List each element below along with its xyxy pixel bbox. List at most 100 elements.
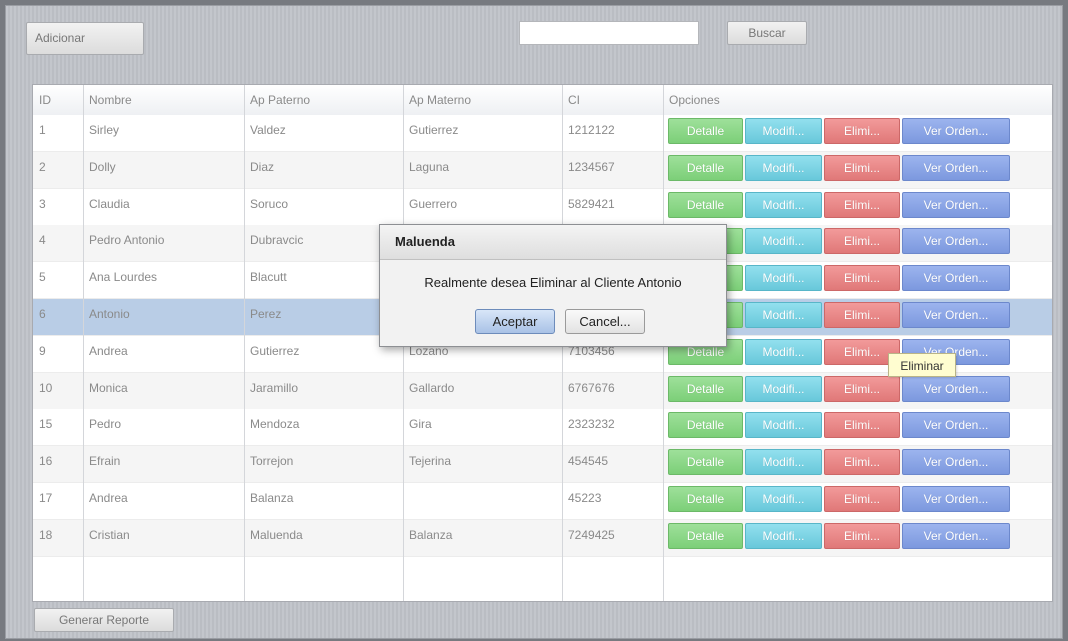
header-id[interactable]: ID [33, 85, 83, 115]
cell-nombre: Sirley [89, 123, 120, 137]
detail-button[interactable]: Detalle [668, 191, 743, 218]
cell-ap-materno: Gutierrez [409, 123, 459, 137]
detail-button[interactable]: Detalle [668, 449, 743, 476]
delete-button[interactable]: Elimi... [824, 522, 900, 549]
cell-nombre: Monica [89, 380, 128, 395]
detail-button[interactable]: Detalle [668, 118, 743, 144]
view-orders-button[interactable]: Ver Orden... [902, 412, 1010, 439]
delete-button[interactable]: Elimi... [824, 191, 900, 218]
table-header: ID Nombre Ap Paterno Ap Materno CI Opcio… [33, 85, 1052, 116]
header-nombre[interactable]: Nombre [83, 85, 244, 115]
view-orders-button[interactable]: Ver Orden... [902, 154, 1010, 181]
search-button[interactable]: Buscar [727, 21, 807, 45]
dialog-message: Realmente desea Eliminar al Cliente Anto… [424, 275, 682, 290]
cell-nombre: Andrea [89, 491, 128, 505]
table-row[interactable]: 17 Andrea Balanza 45223 Detalle Modifi... Elim… [33, 483, 1052, 520]
cell-nombre: Claudia [89, 196, 130, 211]
table-row[interactable]: 3 Claudia Soruco Guerrero 5829421 Detalle Modi… [33, 188, 1052, 226]
accept-button[interactable]: Aceptar [475, 309, 555, 334]
cell-nombre: Andrea [89, 343, 128, 358]
cell-ap-paterno: Torrejon [250, 454, 294, 469]
cell-ap-materno [403, 483, 562, 513]
view-orders-button[interactable]: Ver Orden... [902, 375, 1010, 402]
modify-button[interactable]: Modifi... [745, 154, 822, 181]
cell-id: 16 [39, 454, 53, 469]
confirm-dialog: Maluenda Realmente desea Eliminar al Cli… [379, 224, 727, 347]
delete-tooltip: Eliminar [888, 353, 956, 377]
cancel-button[interactable]: Cancel... [565, 309, 645, 334]
cell-ci: 1212122 [568, 123, 615, 137]
view-orders-button[interactable]: Ver Orden... [902, 522, 1010, 549]
table-row[interactable]: 16 Efrain Torrejon Tejerina 454545 Detalle Mod… [33, 446, 1052, 484]
table-row[interactable]: 18 Cristian Maluenda Balanza 7249425 Detalle M… [33, 519, 1052, 557]
modify-button[interactable]: Modifi... [745, 486, 822, 512]
modify-button[interactable]: Modifi... [745, 375, 822, 402]
header-ap-paterno[interactable]: Ap Paterno [244, 85, 403, 115]
dialog-title: Maluenda [380, 225, 726, 260]
search-input[interactable] [519, 21, 699, 45]
modify-button[interactable]: Modifi... [745, 338, 822, 365]
table-row[interactable]: 10 Monica Jaramillo Gallardo 6767676 Detalle M… [33, 372, 1052, 410]
cell-ap-paterno: Jaramillo [250, 380, 299, 395]
add-button[interactable]: Adicionar [26, 22, 144, 55]
modify-button[interactable]: Modifi... [745, 118, 822, 144]
detail-button[interactable]: Detalle [668, 154, 743, 181]
delete-button[interactable]: Elimi... [824, 154, 900, 181]
delete-button[interactable]: Elimi... [824, 228, 900, 255]
header-ci[interactable]: CI [562, 85, 663, 115]
delete-button[interactable]: Elimi... [824, 118, 900, 144]
cell-ap-paterno: Balanza [250, 491, 294, 505]
delete-button[interactable]: Elimi... [824, 375, 900, 402]
cell-ap-materno: Laguna [409, 159, 450, 174]
modify-button[interactable]: Modifi... [745, 228, 822, 255]
cell-ci: 7249425 [568, 527, 615, 542]
table-row[interactable]: 15 Pedro Mendoza Gira 2323232 Detalle Modifi..… [33, 409, 1052, 447]
delete-button[interactable]: Elimi... [824, 412, 900, 439]
header-ap-materno[interactable]: Ap Materno [403, 85, 562, 115]
column-divider [244, 85, 245, 601]
view-orders-button[interactable]: Ver Orden... [902, 191, 1010, 218]
modify-button[interactable]: Modifi... [745, 191, 822, 218]
cell-ap-materno: Tejerina [409, 454, 452, 469]
modify-button[interactable]: Modifi... [745, 412, 822, 439]
delete-button[interactable]: Elimi... [824, 449, 900, 476]
modify-button[interactable]: Modifi... [745, 449, 822, 476]
modify-button[interactable]: Modifi... [745, 302, 822, 328]
table-row[interactable]: 2 Dolly Diaz Laguna 1234567 Detalle Modifi... E… [33, 151, 1052, 189]
view-orders-button[interactable]: Ver Orden... [902, 302, 1010, 328]
cell-ap-paterno: Maluenda [250, 527, 303, 542]
view-orders-button[interactable]: Ver Orden... [902, 228, 1010, 255]
cell-nombre: Cristian [89, 527, 130, 542]
cell-ap-materno: Guerrero [409, 196, 458, 211]
cell-ap-materno: Gallardo [409, 380, 455, 395]
view-orders-button[interactable]: Ver Orden... [902, 265, 1010, 292]
detail-button[interactable]: Detalle [668, 522, 743, 549]
cell-ci: 5829421 [568, 196, 615, 211]
modify-button[interactable]: Modifi... [745, 522, 822, 549]
modify-button[interactable]: Modifi... [745, 265, 822, 292]
table-row[interactable]: 1 Sirley Valdez Gutierrez 1212122 Detalle Modi… [33, 115, 1052, 152]
delete-button[interactable]: Elimi... [824, 265, 900, 292]
cell-id: 17 [39, 491, 53, 505]
detail-button[interactable]: Detalle [668, 412, 743, 439]
header-opciones[interactable]: Opciones [663, 85, 1052, 115]
cell-nombre: Pedro Antonio [89, 233, 165, 248]
app-window: Adicionar Buscar ID Nombre Ap Paterno Ap… [0, 0, 1068, 641]
cell-id: 10 [39, 380, 53, 395]
detail-button[interactable]: Detalle [668, 486, 743, 512]
cell-ap-materno: Gira [409, 417, 432, 432]
cell-ci: 1234567 [568, 159, 615, 174]
cell-ci: 454545 [568, 454, 609, 469]
view-orders-button[interactable]: Ver Orden... [902, 449, 1010, 476]
cell-id: 9 [39, 343, 46, 358]
cell-nombre: Efrain [89, 454, 121, 469]
cell-id: 2 [39, 159, 46, 174]
cell-id: 18 [39, 527, 53, 542]
delete-button[interactable]: Elimi... [824, 302, 900, 328]
generate-report-button[interactable]: Generar Reporte [34, 608, 174, 632]
delete-button[interactable]: Elimi... [824, 486, 900, 512]
detail-button[interactable]: Detalle [668, 375, 743, 402]
view-orders-button[interactable]: Ver Orden... [902, 118, 1010, 144]
cell-id: 1 [39, 123, 46, 137]
view-orders-button[interactable]: Ver Orden... [902, 486, 1010, 512]
